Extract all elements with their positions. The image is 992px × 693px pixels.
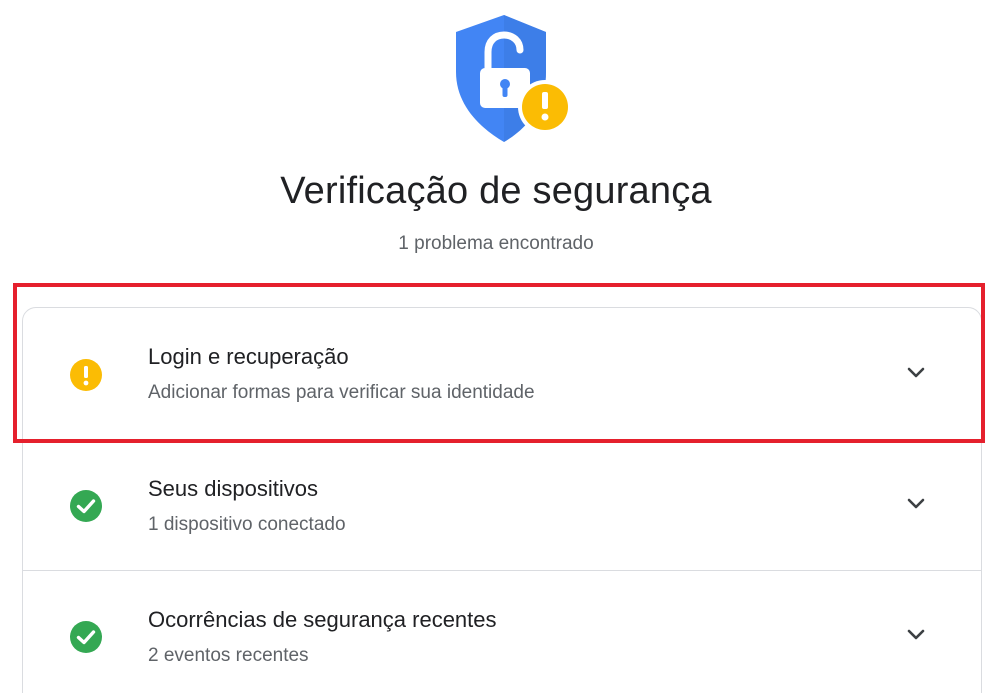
list-item-devices[interactable]: Seus dispositivos 1 dispositivo conectad… (23, 439, 981, 570)
check-circle-icon (69, 489, 103, 523)
chevron-down-icon[interactable] (903, 360, 929, 386)
security-issues-card: Login e recuperação Adicionar formas par… (22, 307, 982, 693)
chevron-down-icon[interactable] (903, 622, 929, 648)
list-item-login-recovery[interactable]: Login e recuperação Adicionar formas par… (23, 308, 981, 438)
chevron-down-icon[interactable] (903, 491, 929, 517)
check-circle-icon (69, 620, 103, 654)
list-item-description: 2 eventos recentes (148, 645, 309, 666)
warning-icon (69, 358, 103, 392)
list-item-recent-security-events[interactable]: Ocorrências de segurança recentes 2 even… (23, 570, 981, 693)
list-item-description: 1 dispositivo conectado (148, 514, 346, 535)
page-subtitle: 1 problema encontrado (398, 233, 594, 254)
list-item-title: Seus dispositivos (148, 476, 318, 501)
security-checkup-page: Verificação de segurança 1 problema enco… (0, 0, 992, 693)
list-item-description: Adicionar formas para verificar sua iden… (148, 382, 535, 403)
list-item-title: Ocorrências de segurança recentes (148, 607, 497, 632)
shield-lock-warning-icon (450, 10, 580, 145)
page-title: Verificação de segurança (280, 170, 712, 212)
list-item-title: Login e recuperação (148, 344, 349, 369)
